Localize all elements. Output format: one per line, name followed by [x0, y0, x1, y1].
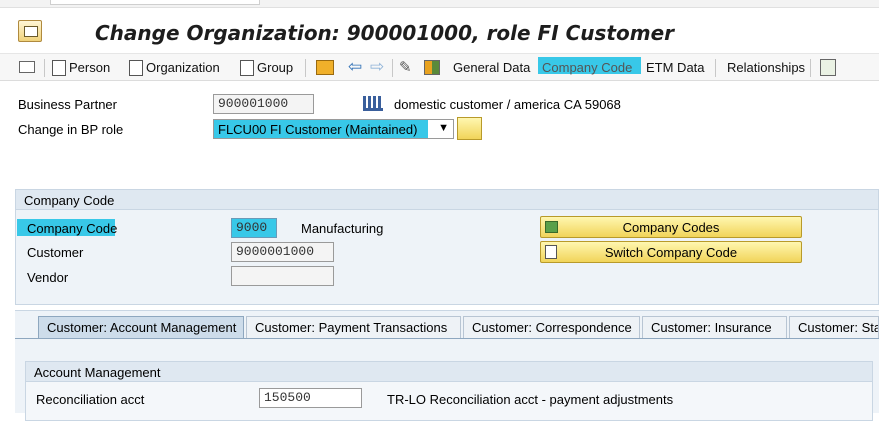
company-codes-icon	[545, 221, 558, 233]
application-toolbar: Person Organization Group ⇦ ⇨ ✎ General …	[0, 53, 879, 81]
open-folder-icon[interactable]	[316, 60, 334, 75]
relationships-button[interactable]: Relationships	[727, 60, 805, 75]
bp-role-dropdown[interactable]: FLCU00 FI Customer (Maintained) ▼	[213, 119, 454, 139]
toolbar-separator	[305, 59, 306, 77]
page-title: Change Organization: 900001000, role FI …	[95, 21, 675, 45]
bp-role-value: FLCU00 FI Customer (Maintained)	[218, 122, 418, 137]
switch-company-code-button-label: Switch Company Code	[604, 245, 738, 260]
company-code-label: Company Code	[27, 221, 118, 236]
tab-account-management[interactable]: Customer: Account Management	[38, 316, 244, 338]
toolbar-separator	[715, 59, 716, 77]
tab-payment-transactions[interactable]: Customer: Payment Transactions	[246, 316, 461, 338]
general-data-button[interactable]: General Data	[453, 60, 530, 75]
toolbar-separator	[392, 59, 393, 77]
command-field[interactable]	[50, 0, 260, 5]
vendor-field[interactable]	[231, 266, 334, 286]
reconciliation-acct-label: Reconciliation acct	[36, 392, 145, 407]
hierarchy-icon[interactable]	[424, 60, 440, 75]
chevron-down-icon[interactable]: ▼	[438, 122, 449, 134]
organization-button[interactable]: Organization	[146, 60, 220, 75]
title-bar: Change Organization: 900001000, role FI …	[0, 9, 879, 49]
window-top-strip	[0, 0, 879, 8]
company-code-panel-title: Company Code	[16, 190, 878, 210]
reconciliation-acct-field[interactable]: 150500	[259, 388, 362, 408]
switch-icon	[545, 245, 557, 259]
switch-company-code-button[interactable]: Switch Company Code	[540, 241, 802, 263]
company-code-button[interactable]: Company Code	[542, 60, 632, 75]
organization-icon[interactable]	[129, 60, 143, 76]
back-arrow-icon[interactable]: ⇦	[348, 57, 362, 77]
tools-icon[interactable]: ✎	[399, 58, 412, 76]
account-management-title: Account Management	[26, 362, 872, 382]
business-partner-label: Business Partner	[18, 97, 117, 112]
toolbar-separator	[44, 59, 45, 77]
change-in-bp-role-label: Change in BP role	[18, 122, 124, 137]
company-code-description: Manufacturing	[301, 221, 384, 236]
forward-arrow-icon[interactable]: ⇨	[370, 57, 384, 77]
tab-content: Account Management Reconciliation acct 1…	[15, 338, 879, 421]
vendor-label: Vendor	[27, 270, 69, 285]
company-code-panel: Company Code Company Code 9000 Manufactu…	[15, 189, 879, 305]
etm-data-button[interactable]: ETM Data	[646, 60, 705, 75]
reconciliation-acct-description: TR-LO Reconciliation acct - payment adju…	[387, 392, 674, 407]
person-icon[interactable]	[52, 60, 66, 76]
business-partner-description: domestic customer / america CA 59068	[394, 97, 621, 112]
app-icon[interactable]	[18, 20, 42, 42]
partner-icon[interactable]	[820, 59, 836, 76]
toolbar-separator	[810, 59, 811, 77]
role-search-icon[interactable]	[457, 117, 482, 140]
customer-label: Customer	[27, 245, 84, 260]
company-code-field[interactable]: 9000	[231, 218, 277, 238]
display-change-icon[interactable]	[19, 61, 35, 73]
tab-insurance[interactable]: Customer: Insurance	[642, 316, 787, 338]
company-codes-button[interactable]: Company Codes	[540, 216, 802, 238]
business-partner-field[interactable]: 900001000	[213, 94, 314, 114]
person-button[interactable]: Person	[69, 60, 110, 75]
account-management-panel: Account Management Reconciliation acct 1…	[25, 361, 873, 421]
group-button[interactable]: Group	[257, 60, 293, 75]
company-codes-button-label: Company Codes	[622, 220, 720, 235]
tab-statistics[interactable]: Customer: Sta	[789, 316, 879, 338]
organization-building-icon	[363, 96, 383, 111]
group-icon[interactable]	[240, 60, 254, 76]
customer-field[interactable]: 9000001000	[231, 242, 334, 262]
tab-correspondence[interactable]: Customer: Correspondence	[463, 316, 640, 338]
